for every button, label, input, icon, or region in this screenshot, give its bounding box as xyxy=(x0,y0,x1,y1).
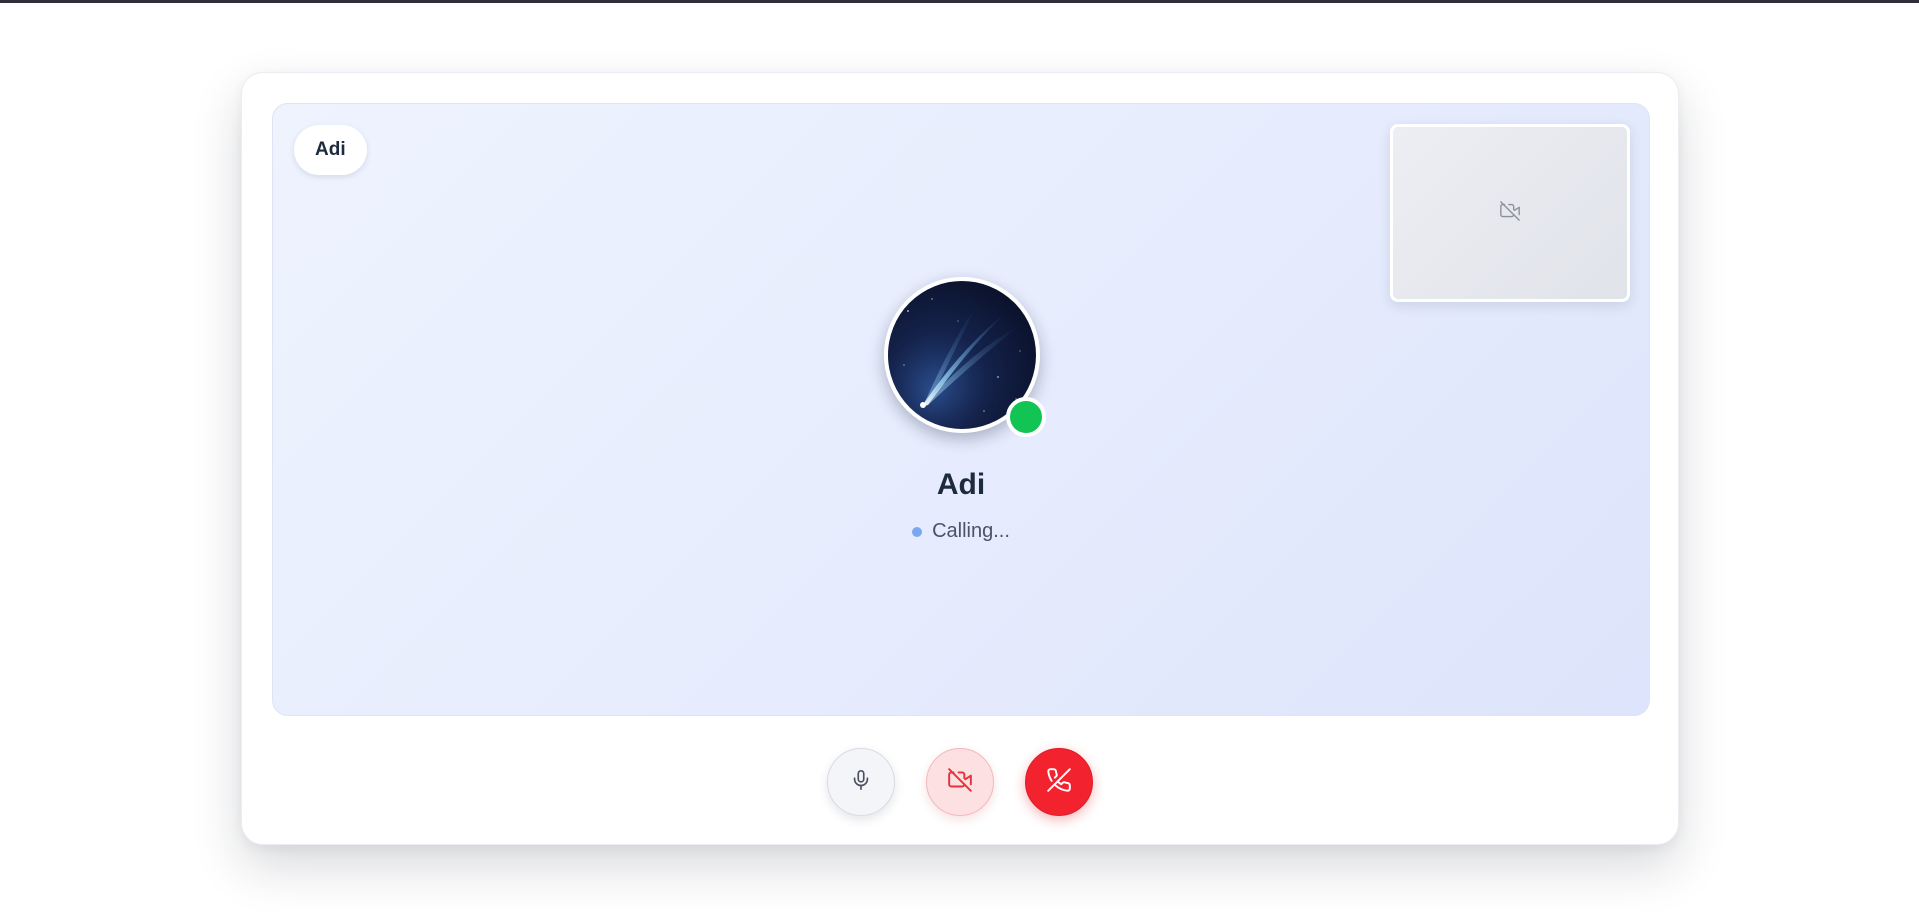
mute-button[interactable] xyxy=(827,748,895,816)
self-view-preview[interactable] xyxy=(1390,124,1630,302)
end-call-button[interactable] xyxy=(1025,748,1093,816)
call-controls xyxy=(242,748,1678,816)
call-status-text: Calling... xyxy=(932,520,1010,542)
caller-name: Adi xyxy=(936,468,986,501)
video-off-icon xyxy=(1499,200,1521,227)
video-call-card: Adi Adi Calling... xyxy=(241,72,1679,845)
caller-avatar-wrap xyxy=(884,277,1046,437)
participant-name-chip: Adi xyxy=(294,125,367,175)
microphone-icon xyxy=(850,769,872,796)
online-status-indicator xyxy=(1006,397,1046,437)
phone-off-icon xyxy=(1046,767,1072,798)
top-border xyxy=(0,0,1919,3)
calling-pulse-dot xyxy=(912,526,923,537)
call-status: Calling... xyxy=(273,520,1649,543)
remote-video-area: Adi Adi Calling... xyxy=(272,103,1650,716)
camera-toggle-button[interactable] xyxy=(926,748,994,816)
video-off-icon xyxy=(947,767,973,798)
